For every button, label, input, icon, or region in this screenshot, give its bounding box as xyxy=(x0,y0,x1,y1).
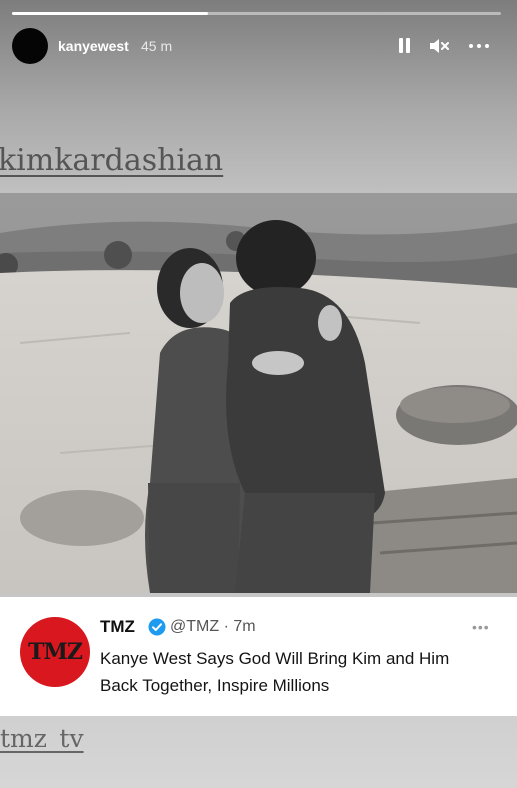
tmz-avatar: TMZ xyxy=(20,617,90,687)
mention-sticker-kimkardashian[interactable]: kimkardashian xyxy=(0,143,223,178)
more-icon[interactable] xyxy=(468,36,490,56)
tweet-author-name: TMZ xyxy=(100,617,135,636)
tweet-more-icon: ••• xyxy=(472,619,490,635)
tweet-text: Kanye West Says God Will Bring Kim and H… xyxy=(100,649,450,695)
mention-sticker-tmz-tv[interactable]: tmz_tv xyxy=(0,724,84,753)
username[interactable]: kanyewest xyxy=(58,38,129,54)
tweet-handle: @TMZ · 7m xyxy=(170,618,256,635)
story-progress-bar xyxy=(12,12,501,15)
story-progress-fill xyxy=(12,12,208,15)
verified-badge-icon xyxy=(148,618,166,636)
avatar[interactable] xyxy=(12,28,48,64)
story-viewer: kanyewest 45 m kimkardashian TMZ TMZ @TM… xyxy=(0,0,517,788)
pause-icon[interactable] xyxy=(393,36,415,56)
post-time: 45 m xyxy=(141,38,173,54)
story-photo xyxy=(0,193,517,593)
tweet-card[interactable]: TMZ TMZ @TMZ · 7m ••• Kanye West Says Go… xyxy=(0,597,517,716)
mute-icon[interactable] xyxy=(428,36,450,56)
